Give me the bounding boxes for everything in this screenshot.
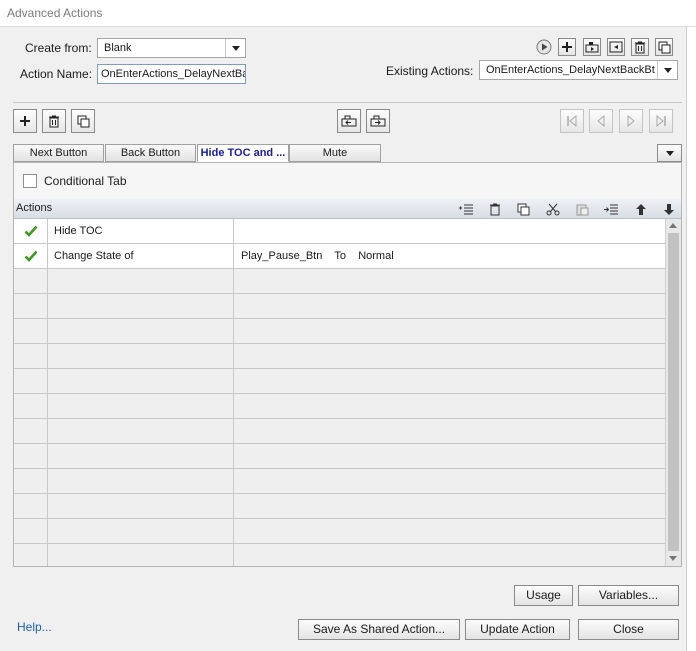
table-row[interactable] <box>14 319 665 344</box>
save-as-shared-action-button[interactable]: Save As Shared Action... <box>298 619 460 640</box>
table-row[interactable] <box>14 544 665 566</box>
divider <box>13 102 682 103</box>
row-check[interactable] <box>14 244 48 268</box>
create-from-label: Create from: <box>25 41 92 55</box>
next-decision-icon[interactable] <box>619 109 643 133</box>
existing-actions-value: OnEnterActions_DelayNextBackBt <box>486 64 655 76</box>
delete-decision-icon[interactable] <box>42 109 66 133</box>
scrollbar-thumb[interactable] <box>668 233 679 551</box>
delete-row-icon[interactable] <box>486 201 504 217</box>
window-edge <box>686 27 696 651</box>
table-row[interactable] <box>14 369 665 394</box>
chevron-down-icon[interactable] <box>225 39 245 57</box>
checkmark-icon <box>24 250 37 262</box>
insert-row-icon[interactable] <box>457 201 475 217</box>
import-icon[interactable] <box>583 38 601 56</box>
action-name-input[interactable]: OnEnterActions_DelayNextBac <box>97 64 246 84</box>
move-up-icon[interactable] <box>632 201 650 217</box>
window-title: Advanced Actions <box>7 6 103 20</box>
paste-row-icon[interactable] <box>573 201 591 217</box>
chevron-down-icon[interactable] <box>657 61 677 79</box>
export-icon[interactable] <box>607 38 625 56</box>
cut-row-icon[interactable] <box>544 201 562 217</box>
help-link[interactable]: Help... <box>17 620 52 634</box>
duplicate-icon[interactable] <box>655 38 673 56</box>
conditional-tab-checkbox[interactable] <box>23 174 37 188</box>
tab-mute[interactable]: Mute <box>289 144 381 162</box>
move-decision-right-icon[interactable] <box>366 109 390 133</box>
move-decision-left-icon[interactable] <box>337 109 361 133</box>
actions-grid-header: Actions <box>14 199 681 219</box>
copy-decision-icon[interactable] <box>71 109 95 133</box>
tab-back-button[interactable]: Back Button <box>105 144 196 162</box>
table-row[interactable] <box>14 444 665 469</box>
move-down-icon[interactable] <box>660 201 678 217</box>
usage-button[interactable]: Usage <box>514 585 573 606</box>
scroll-up-arrow[interactable] <box>669 223 677 228</box>
tabs-overflow-button[interactable] <box>657 144 682 162</box>
last-decision-icon[interactable] <box>649 109 673 133</box>
actions-scrollbar[interactable] <box>665 219 681 566</box>
target-cell[interactable]: Play_Pause_Btn To Normal <box>234 244 665 268</box>
trash-icon[interactable] <box>631 38 649 56</box>
first-decision-icon[interactable] <box>560 109 584 133</box>
target-cell[interactable] <box>234 219 665 243</box>
existing-actions-dropdown[interactable]: OnEnterActions_DelayNextBackBt <box>479 60 678 80</box>
action-cell[interactable]: Change State of <box>48 244 234 268</box>
actions-header-label: Actions <box>16 202 53 214</box>
create-from-value: Blank <box>104 42 132 54</box>
table-row[interactable]: Change State of Play_Pause_Btn To Normal <box>14 244 665 269</box>
table-row[interactable] <box>14 419 665 444</box>
tab-next-button[interactable]: Next Button <box>13 144 104 162</box>
table-row[interactable] <box>14 494 665 519</box>
scroll-down-arrow[interactable] <box>669 556 677 561</box>
variables-button[interactable]: Variables... <box>578 585 679 606</box>
indent-row-icon[interactable] <box>602 201 620 217</box>
table-row[interactable] <box>14 269 665 294</box>
existing-actions-label: Existing Actions: <box>386 64 474 78</box>
add-action-icon[interactable] <box>558 38 576 56</box>
checkmark-icon <box>24 225 37 237</box>
update-action-button[interactable]: Update Action <box>465 619 570 640</box>
tab-hide-toc[interactable]: Hide TOC and ... <box>197 144 289 162</box>
add-decision-icon[interactable] <box>13 109 37 133</box>
action-name-label: Action Name: <box>20 67 93 81</box>
table-row[interactable] <box>14 394 665 419</box>
close-button[interactable]: Close <box>578 619 679 640</box>
action-cell[interactable]: Hide TOC <box>48 219 234 243</box>
table-row[interactable]: Hide TOC <box>14 219 665 244</box>
preview-play-icon[interactable] <box>535 38 553 56</box>
table-row[interactable] <box>14 294 665 319</box>
actions-grid: Hide TOC Change State of Play_Pause_Btn … <box>14 219 665 566</box>
table-row[interactable] <box>14 469 665 494</box>
create-from-dropdown[interactable]: Blank <box>97 38 246 58</box>
conditional-tab-label: Conditional Tab <box>44 174 127 188</box>
table-row[interactable] <box>14 344 665 369</box>
title-bar: Advanced Actions <box>0 0 696 27</box>
previous-decision-icon[interactable] <box>589 109 613 133</box>
table-row[interactable] <box>14 519 665 544</box>
chevron-down-icon <box>665 150 674 156</box>
row-check[interactable] <box>14 219 48 243</box>
copy-row-icon[interactable] <box>514 201 532 217</box>
